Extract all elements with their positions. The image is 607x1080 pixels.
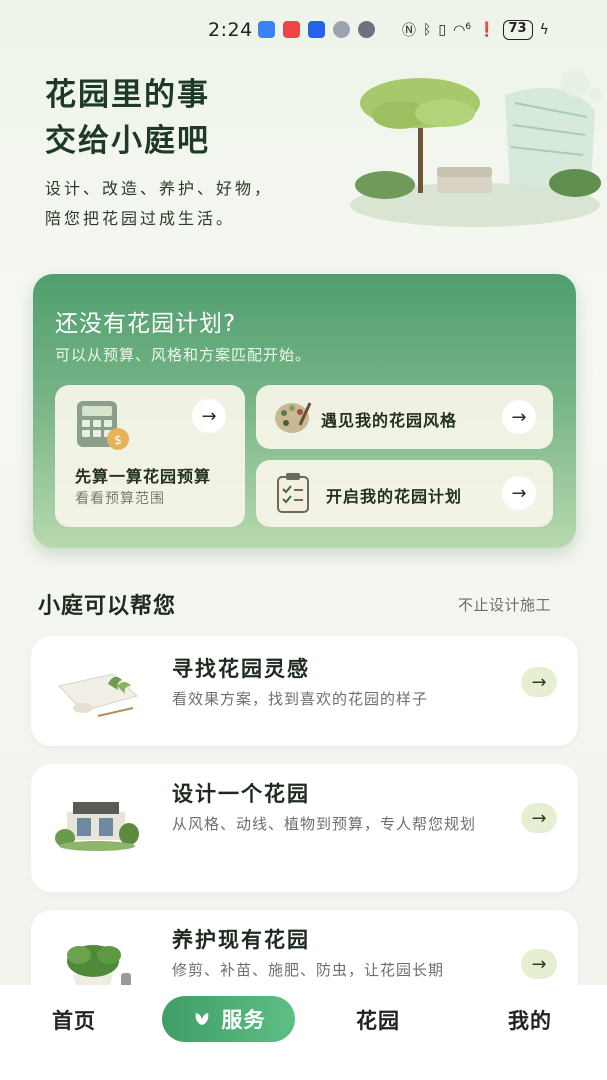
wifi-icon: ◠6: [453, 21, 472, 39]
budget-tile[interactable]: $ → 先算一算花园预算 看看预算范围: [55, 385, 245, 527]
bluetooth-icon: ᛒ: [423, 22, 432, 38]
plan-card-subtitle: 可以从预算、风格和方案匹配开始。: [55, 346, 312, 364]
status-bar: 2:24 Ⓝ ᛒ ▯ ◠6 ❗ 73 ϟ: [0, 0, 607, 60]
hero-subtitle: 设计、改造、养护、好物， 陪您把花园过成生活。: [45, 179, 274, 228]
palette-icon: [275, 402, 312, 433]
service-desc: 从风格、动线、植物到预算，专人帮您规划: [172, 815, 477, 833]
inspiration-icon: [58, 673, 139, 717]
calculator-icon: $: [77, 401, 129, 450]
service-desc: 修剪、补苗、施肥、防虫，让花园长期: [172, 961, 445, 979]
nav-service[interactable]: 服务: [162, 996, 295, 1042]
design-icon: [55, 802, 139, 851]
service-arrow-button[interactable]: →: [521, 667, 557, 697]
avatar-notification-icon: [358, 21, 375, 38]
style-arrow-button[interactable]: →: [502, 400, 536, 434]
battery-indicator: 73: [502, 20, 533, 40]
hero-title: 花园里的事 交给小庭吧: [45, 77, 210, 159]
garden-illustration: [350, 69, 602, 227]
service-arrow-button[interactable]: →: [521, 803, 557, 833]
service-title: 寻找花园灵感: [172, 657, 310, 681]
avatar-notification-icon: [333, 21, 350, 38]
help-section-title: 小庭可以帮您: [38, 594, 177, 619]
budget-label: 先算一算花园预算: [75, 467, 212, 486]
plan-tile[interactable]: 开启我的花园计划 →: [256, 460, 553, 527]
plan-card: 还没有花园计划? 可以从预算、风格和方案匹配开始。 $ → 先算一算花园预算 看…: [33, 274, 576, 548]
help-section-more[interactable]: 不止设计施工: [458, 594, 551, 615]
plan-arrow-button[interactable]: →: [502, 476, 536, 510]
plan-label: 开启我的花园计划: [326, 487, 463, 506]
app-notification-icon: [308, 21, 325, 38]
clock: 2:24: [208, 19, 253, 41]
service-title: 养护现有花园: [172, 928, 310, 952]
app-notification-icon: [283, 21, 300, 38]
app-notification-icon: [258, 21, 275, 38]
nav-service-label: 服务: [221, 1008, 266, 1032]
nav-home[interactable]: 首页: [52, 1005, 96, 1035]
checklist-icon: [277, 473, 309, 513]
service-desc: 看效果方案，找到喜欢的花园的样子: [172, 690, 429, 708]
nav-garden[interactable]: 花园: [356, 1005, 400, 1035]
vibrate-icon: ▯: [438, 22, 447, 38]
alert-icon: ❗: [478, 22, 496, 38]
bottom-nav: 首页 服务 花园 我的: [0, 985, 607, 1080]
charging-icon: ϟ: [539, 22, 549, 38]
service-leaf-icon: [195, 1013, 208, 1025]
style-label: 遇见我的花园风格: [321, 411, 458, 430]
nfc-icon: Ⓝ: [402, 23, 416, 39]
plan-card-title: 还没有花园计划?: [55, 311, 237, 337]
budget-hint: 看看预算范围: [75, 491, 165, 507]
budget-arrow-button[interactable]: →: [192, 399, 226, 433]
style-tile[interactable]: 遇见我的花园风格 →: [256, 385, 553, 449]
service-card-design[interactable]: 设计一个花园 从风格、动线、植物到预算，专人帮您规划 →: [31, 764, 578, 892]
service-arrow-button[interactable]: →: [521, 949, 557, 979]
service-title: 设计一个花园: [172, 782, 310, 806]
service-card-inspiration[interactable]: 寻找花园灵感 看效果方案，找到喜欢的花园的样子 →: [31, 636, 578, 746]
svg-text:$: $: [114, 433, 122, 447]
notification-icons: [258, 21, 375, 38]
nav-mine[interactable]: 我的: [508, 1005, 552, 1035]
system-icons: Ⓝ ᛒ ▯ ◠6 ❗ 73 ϟ: [402, 20, 549, 40]
